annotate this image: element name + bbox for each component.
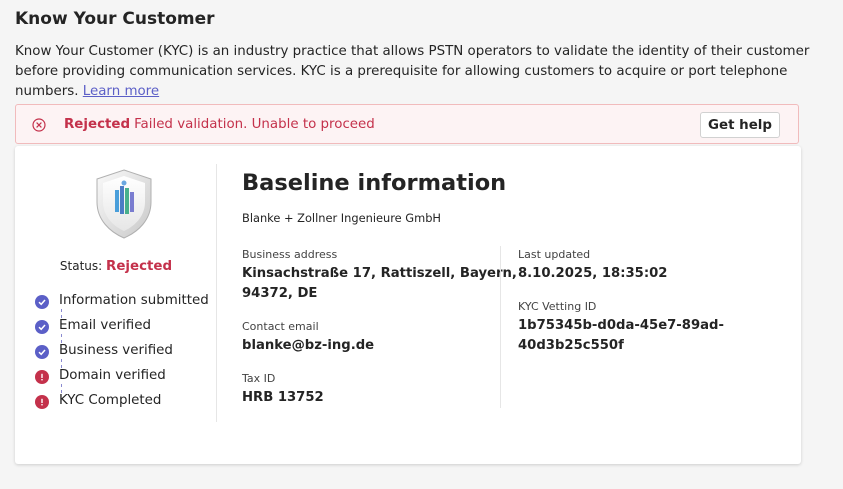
step-connector bbox=[61, 309, 62, 318]
checkmark-circle-icon bbox=[35, 345, 49, 359]
baseline-title: Baseline information bbox=[242, 170, 507, 196]
column-divider bbox=[216, 164, 217, 422]
status-prefix: Status: bbox=[59, 259, 103, 273]
error-circle-icon bbox=[32, 117, 46, 132]
address-label: Business address bbox=[242, 248, 338, 261]
last-updated-value: 8.10.2025, 18:35:02 bbox=[518, 266, 668, 281]
vetting-id-value: 1b75345b-d0da-45e7-89ad- 40d3b25c550f bbox=[518, 316, 724, 356]
banner-message-text: Failed validation. Unable to proceed bbox=[134, 117, 375, 132]
status-banner: Rejected Failed validation. Unable to pro… bbox=[15, 104, 799, 144]
page-title: Know Your Customer bbox=[15, 9, 215, 29]
address-line-2: 94372, DE bbox=[242, 286, 318, 301]
tax-id-label: Tax ID bbox=[242, 372, 276, 385]
step-label: Information submitted bbox=[59, 293, 209, 308]
step-label: Domain verified bbox=[59, 368, 166, 383]
step-connector bbox=[61, 359, 62, 368]
company-name: Blanke + Zollner Ingenieure GmbH bbox=[242, 211, 442, 225]
kyc-status: Status: Rejected bbox=[15, 259, 217, 274]
email-label: Contact email bbox=[242, 320, 319, 333]
checkmark-circle-icon bbox=[35, 295, 49, 309]
get-help-button[interactable]: Get help bbox=[700, 112, 780, 138]
step-connector bbox=[61, 384, 62, 393]
address-value: Kinsachstraße 17, Rattiszell, Bayern, 94… bbox=[242, 264, 517, 304]
status-value: Rejected bbox=[106, 259, 173, 274]
step-connector bbox=[61, 334, 62, 343]
kyc-card: Status: Rejected Information submitted E… bbox=[15, 146, 801, 464]
error-exclamation-icon bbox=[35, 395, 49, 409]
error-exclamation-icon bbox=[35, 370, 49, 384]
step-label: Business verified bbox=[59, 343, 173, 358]
vetting-id-line-1: 1b75345b-d0da-45e7-89ad- bbox=[518, 318, 724, 333]
kyc-shield-icon bbox=[93, 168, 155, 240]
learn-more-link[interactable]: Learn more bbox=[83, 84, 159, 99]
vetting-id-label: KYC Vetting ID bbox=[518, 300, 597, 313]
step-label: Email verified bbox=[59, 318, 151, 333]
tax-id-value: HRB 13752 bbox=[242, 390, 324, 405]
column-divider bbox=[500, 246, 501, 408]
checkmark-circle-icon bbox=[35, 320, 49, 334]
last-updated-label: Last updated bbox=[518, 248, 591, 261]
vetting-id-line-2: 40d3b25c550f bbox=[518, 338, 624, 353]
email-value: blanke@bz-ing.de bbox=[242, 338, 375, 353]
banner-status-label: Rejected bbox=[64, 117, 131, 132]
address-line-1: Kinsachstraße 17, Rattiszell, Bayern, bbox=[242, 266, 517, 281]
page-description: Know Your Customer (KYC) is an industry … bbox=[15, 42, 830, 102]
step-label: KYC Completed bbox=[59, 393, 162, 408]
banner-message: Rejected Failed validation. Unable to pro… bbox=[64, 117, 375, 132]
